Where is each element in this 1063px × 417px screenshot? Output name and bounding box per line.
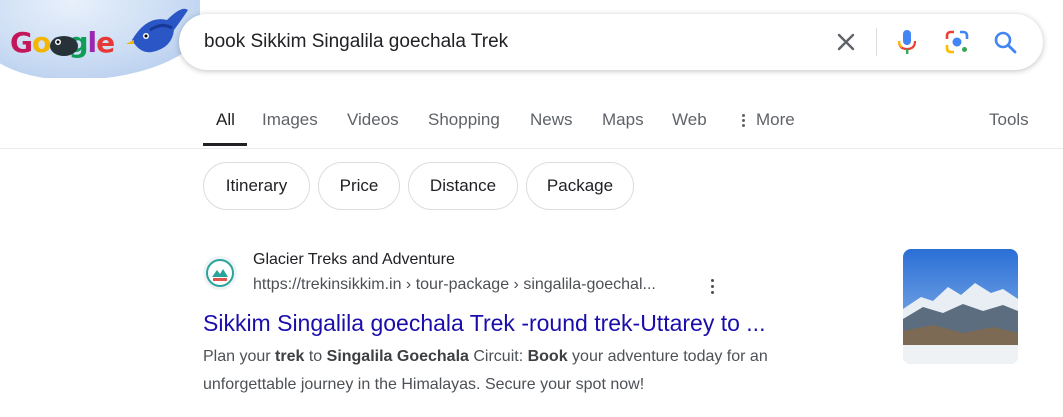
tab-more[interactable]: More <box>740 110 795 130</box>
tab-images[interactable]: Images <box>262 110 318 130</box>
camera-lens-icon <box>945 30 969 54</box>
search-button[interactable] <box>991 28 1019 56</box>
snippet-text: to <box>304 348 327 365</box>
search-input[interactable]: book Sikkim Singalila goechala Trek <box>204 31 508 53</box>
snippet-bold-text: Book <box>527 348 568 365</box>
tab-web[interactable]: Web <box>672 110 707 130</box>
voice-search-button[interactable] <box>893 28 921 56</box>
chip-itinerary[interactable]: Itinerary <box>203 162 310 210</box>
search-box[interactable]: book Sikkim Singalila goechala Trek <box>179 14 1043 70</box>
result-url[interactable]: https://trekinsikkim.in › tour-package ›… <box>253 276 656 294</box>
snippet-text: Plan your <box>203 348 276 365</box>
site-logo-icon <box>206 259 234 287</box>
result-snippet: Plan your trek to Singalila Goechala Cir… <box>203 343 853 399</box>
tab-maps[interactable]: Maps <box>602 110 644 130</box>
result-title-link[interactable]: Sikkim Singalila goechala Trek -round tr… <box>203 310 765 337</box>
chip-price[interactable]: Price <box>318 162 400 210</box>
lens-search-button[interactable] <box>943 28 971 56</box>
snippet-text: Circuit: <box>468 348 528 365</box>
result-options-button[interactable] <box>704 276 720 296</box>
active-tab-indicator <box>203 143 247 146</box>
search-tabs: All Images Videos Shopping News Maps Web… <box>0 98 1063 149</box>
clear-button[interactable] <box>832 28 860 56</box>
chip-distance[interactable]: Distance <box>408 162 518 210</box>
tab-all[interactable]: All <box>216 110 235 130</box>
tools-button[interactable]: Tools <box>989 110 1029 130</box>
microphone-icon <box>897 30 917 54</box>
snippet-bold-text: Singalila Goechala <box>326 348 469 365</box>
close-icon <box>837 33 855 51</box>
tab-more-label: More <box>756 110 795 129</box>
result-site-name[interactable]: Glacier Treks and Adventure <box>253 251 455 269</box>
chip-package[interactable]: Package <box>526 162 634 210</box>
vertical-dots-icon <box>740 112 746 129</box>
tab-shopping[interactable]: Shopping <box>428 110 500 130</box>
site-favicon[interactable] <box>203 256 237 290</box>
search-divider <box>876 28 877 56</box>
bird-small-icon <box>50 36 78 56</box>
tab-news[interactable]: News <box>530 110 573 130</box>
mountain-image <box>903 249 1018 364</box>
tab-videos[interactable]: Videos <box>347 110 399 130</box>
snippet-bold-text: trek <box>275 348 305 365</box>
search-icon <box>994 31 1017 54</box>
google-doodle-logo[interactable]: Google <box>0 0 200 78</box>
result-thumbnail[interactable] <box>903 249 1018 364</box>
